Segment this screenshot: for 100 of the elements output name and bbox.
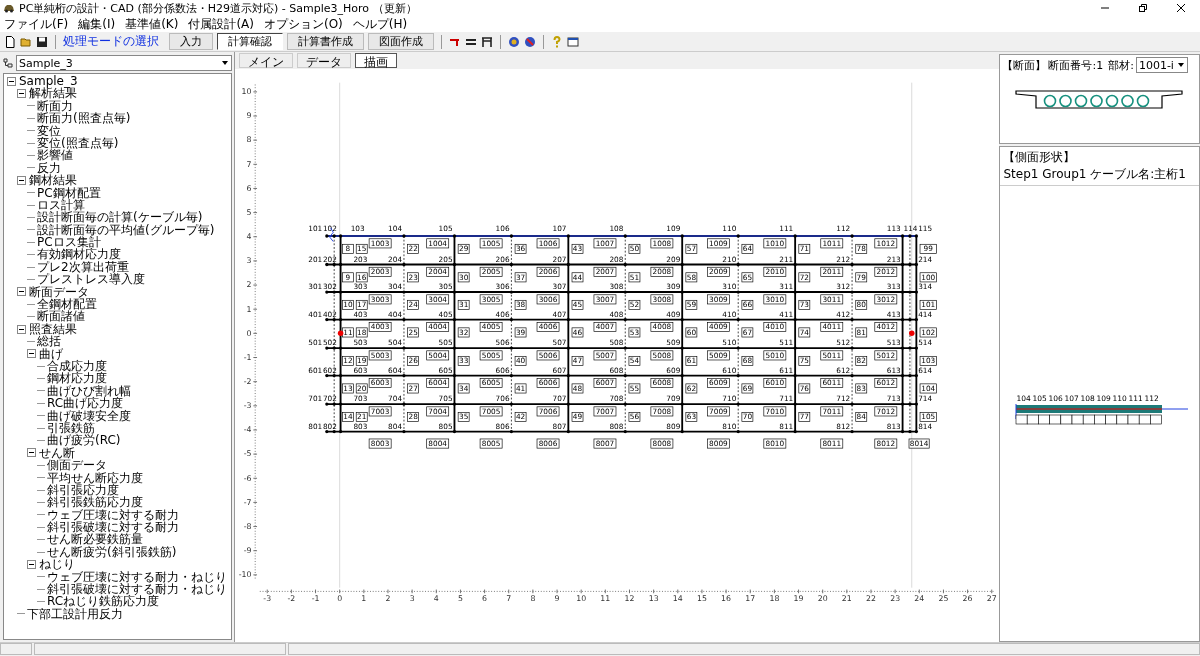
menu-item[interactable]: 編集(I): [78, 15, 116, 33]
tree-item[interactable]: 設計断面毎の計算(ケーブル毎): [37, 211, 203, 224]
member-tag: 4003: [369, 322, 392, 332]
element-tag: 12: [342, 356, 355, 366]
tree-item[interactable]: RC曲げ応力度: [47, 397, 124, 410]
tree-item[interactable]: 鋼材応力度: [47, 372, 107, 385]
tree-item[interactable]: 曲げ疲労(RC): [47, 434, 121, 447]
tree-item[interactable]: ロス計算: [37, 198, 85, 212]
tree-item[interactable]: せん断: [39, 446, 75, 460]
tree-item[interactable]: 曲げ: [39, 347, 63, 360]
close-icon[interactable]: [1176, 3, 1186, 13]
view-tab[interactable]: データ: [297, 53, 352, 68]
tree-item[interactable]: 斜引張破壊に対する耐力・ねじり: [47, 583, 227, 596]
element-tag: 49: [572, 412, 584, 422]
tree-item[interactable]: PCロス集計: [37, 236, 101, 249]
tree-item[interactable]: 有効鋼材応力度: [37, 248, 121, 261]
tree-item[interactable]: 断面諸値: [37, 310, 85, 323]
tree-item[interactable]: 合成応力度: [47, 360, 107, 373]
maximize-icon[interactable]: [1138, 3, 1148, 13]
mode-tab[interactable]: 入力: [169, 33, 213, 50]
tree-item[interactable]: ねじり: [39, 558, 75, 571]
node-number: 406: [496, 309, 511, 319]
element-tag: 40: [515, 356, 527, 366]
tree-item[interactable]: PC鋼材配置: [37, 186, 101, 199]
tree-item[interactable]: 影響値: [37, 149, 73, 162]
node-number: 108: [609, 223, 624, 233]
member-tag: 8004: [426, 438, 450, 449]
tree-item[interactable]: プレ2次算出荷重: [37, 260, 129, 274]
element-tag: 21: [356, 412, 368, 422]
tree-item[interactable]: 照査結果: [29, 322, 77, 336]
tree-item[interactable]: 鋼材結果: [29, 174, 77, 187]
tree-item[interactable]: 総括: [37, 335, 61, 348]
node-number: 202: [323, 254, 338, 264]
tree-item[interactable]: RCねじり鉄筋応力度: [47, 595, 160, 608]
expander-icon[interactable]: [17, 287, 26, 297]
node-number: 204: [388, 254, 403, 264]
menu-item[interactable]: ファイル(F): [4, 15, 69, 33]
frame-icon[interactable]: [481, 35, 493, 48]
tree-item[interactable]: ウェブ圧壊に対する耐力・ねじり: [47, 570, 227, 584]
tree-item[interactable]: 曲げ破壊安全度: [47, 409, 131, 422]
tree-item[interactable]: 平均せん断応力度: [47, 471, 143, 484]
tree-item[interactable]: 変位(照査点毎): [37, 136, 119, 150]
tree-item[interactable]: 断面データ: [29, 285, 89, 299]
tree-item[interactable]: 斜引張応力度: [47, 483, 119, 497]
node-number: 305: [439, 282, 454, 292]
tree-item[interactable]: Sample_3: [19, 75, 78, 88]
mode-tab[interactable]: 図面作成: [368, 33, 434, 50]
menu-item[interactable]: 付属設計(A): [188, 15, 254, 33]
mode-tab[interactable]: 計算確認: [217, 33, 283, 50]
member-tag: 6009: [707, 378, 731, 388]
view-tab[interactable]: 描画: [355, 53, 398, 68]
element-tag: 65: [742, 272, 754, 283]
tree-item[interactable]: プレストレス導入度: [37, 273, 145, 286]
node-number: 211: [779, 254, 794, 264]
expander-icon[interactable]: [7, 76, 16, 86]
expander-icon[interactable]: [17, 175, 26, 185]
node-number: 510: [722, 338, 737, 348]
tree-item[interactable]: 下部工設計用反力: [27, 607, 123, 621]
expander-icon[interactable]: [27, 448, 36, 458]
member-dropdown[interactable]: 1001-i: [1135, 57, 1188, 73]
menu-item[interactable]: 基準値(K): [125, 15, 179, 33]
save-icon[interactable]: [36, 35, 48, 48]
new-file-icon[interactable]: [4, 35, 16, 48]
tree-item[interactable]: 曲げひび割れ幅: [47, 384, 131, 398]
tree-item[interactable]: 全鋼材配置: [37, 298, 97, 311]
node-number: 414: [918, 309, 933, 319]
tree-item[interactable]: 斜引張破壊に対する耐力: [47, 521, 179, 534]
tree-item[interactable]: せん断疲労(斜引張鉄筋): [47, 545, 177, 559]
tree-item[interactable]: 断面力(照査点毎): [37, 112, 131, 125]
expander-icon[interactable]: [17, 324, 26, 334]
element-tag: 13: [342, 383, 355, 394]
expander-icon[interactable]: [17, 89, 26, 99]
tree-item[interactable]: 断面力: [37, 99, 73, 113]
tree-item[interactable]: 反力: [37, 161, 61, 175]
node-number: 509: [666, 338, 681, 348]
dropdown-icon: [221, 59, 230, 67]
menu-item[interactable]: ヘルプ(H): [352, 15, 408, 33]
node-number: 614: [918, 365, 933, 375]
tree-selector[interactable]: Sample_3: [16, 55, 233, 71]
element-tag: 27: [407, 383, 420, 394]
mode-tab[interactable]: 計算書作成: [287, 33, 364, 50]
node-number: 208: [609, 254, 624, 264]
node-number: 609: [666, 365, 681, 375]
expander-icon[interactable]: [27, 559, 36, 569]
window-icon[interactable]: [567, 35, 579, 48]
tree-item[interactable]: 側面データ: [47, 459, 107, 472]
menu-item[interactable]: オプション(O): [264, 15, 343, 33]
tree-item[interactable]: 引張鉄筋: [47, 421, 95, 435]
element-tag: 18: [356, 327, 368, 338]
tree-item[interactable]: せん断必要鉄筋量: [47, 533, 143, 546]
tree-item[interactable]: 解析結果: [29, 87, 77, 100]
member-tag: 5003: [369, 350, 392, 361]
open-folder-icon[interactable]: [20, 35, 32, 48]
window-title: PC単純桁の設計・CAD (部分係数法・H29道示対応) - Sample3_Horo （更新）: [19, 0, 417, 16]
member-tag: 8009: [707, 438, 731, 449]
status-panel: [0, 643, 32, 655]
expander-icon[interactable]: [27, 349, 36, 359]
view-tab[interactable]: メイン: [239, 53, 294, 68]
tree-item[interactable]: 変位: [37, 124, 61, 137]
tree-item[interactable]: 斜引張鉄筋応力度: [47, 496, 143, 509]
